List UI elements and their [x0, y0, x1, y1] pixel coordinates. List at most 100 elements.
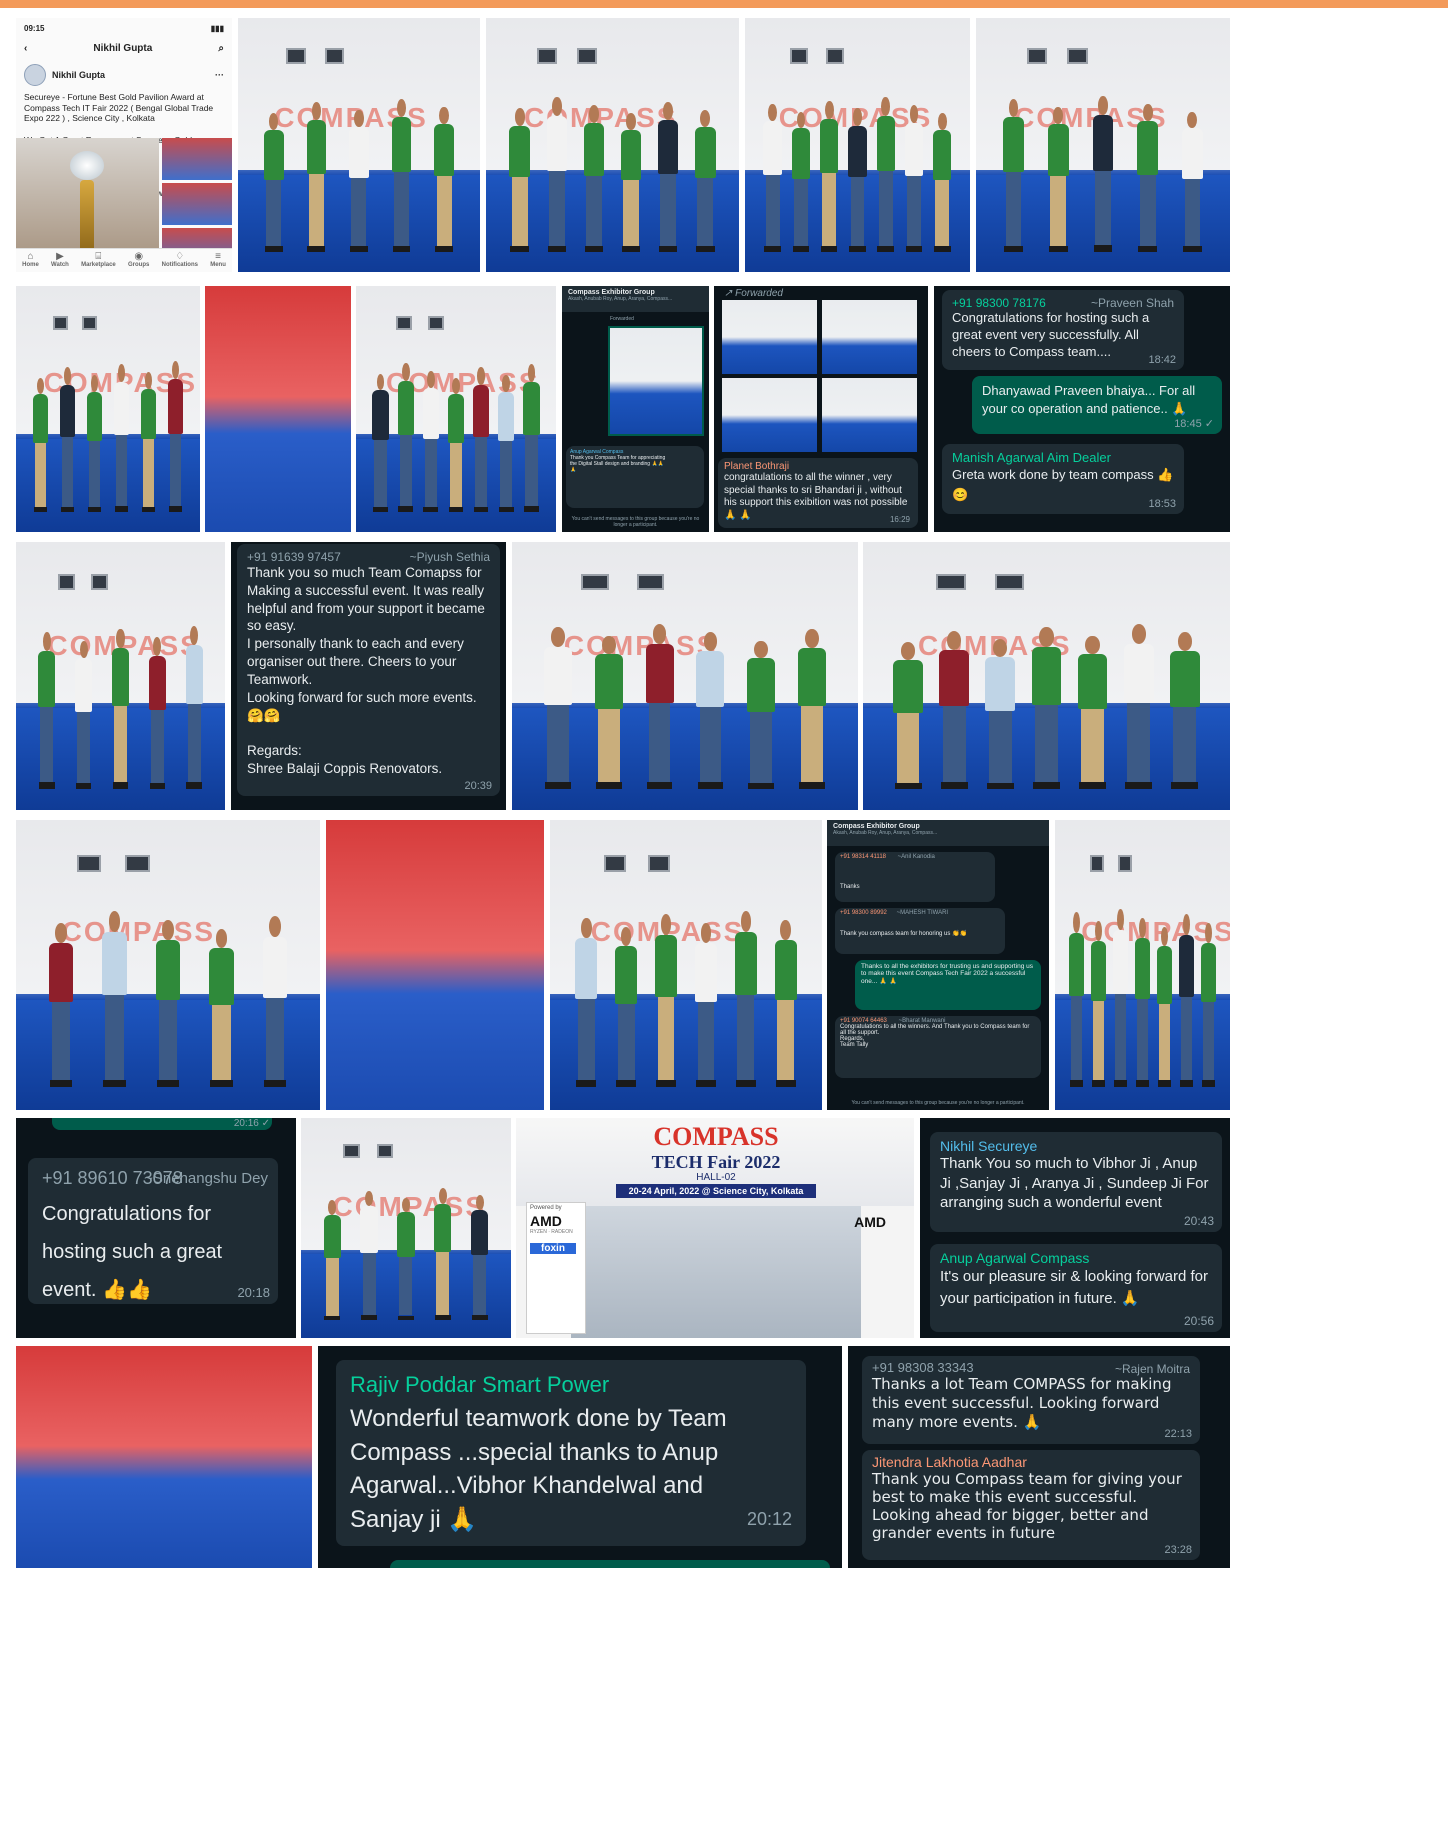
person-shoes [114, 506, 129, 513]
award-photo[interactable]: COMPASS [16, 542, 225, 810]
people-group [27, 360, 189, 513]
stall-photo[interactable] [16, 1346, 312, 1568]
award-photo[interactable]: COMPASS [356, 286, 556, 532]
person-legs [1081, 709, 1104, 783]
message-text: Thank you Compass Team for appreciating … [570, 455, 666, 473]
message-bubble[interactable]: +91 91639 97457 ~Piyush Sethia Thank you… [237, 544, 500, 796]
person [733, 910, 759, 1087]
award-photo[interactable]: COMPASS [486, 18, 739, 272]
person [1178, 914, 1195, 1087]
person-head [937, 113, 947, 130]
forwarded-photo[interactable] [822, 378, 917, 452]
person-torso [575, 938, 598, 999]
person-torso [763, 121, 782, 175]
person-head [527, 364, 536, 383]
person-torso [1047, 124, 1069, 177]
person-legs [399, 434, 412, 507]
person-torso [654, 934, 678, 998]
tab-notifications[interactable]: ♢ Notifications [162, 251, 198, 268]
reply-bubble[interactable]: Thanks to all the exhibitors for trustin… [855, 960, 1041, 1010]
person-head [269, 113, 279, 130]
message-bubble[interactable]: +91 90074 64463 ~Bharat Manwani Congratu… [835, 1016, 1041, 1078]
tab-menu[interactable]: ≡ Menu [210, 251, 226, 268]
forwarded-photo[interactable] [722, 300, 817, 374]
tab-home[interactable]: ⌂ Home [22, 251, 39, 268]
person [592, 635, 625, 789]
message-bubble[interactable]: +91 98308 33343 ~Rajen Moitra Thanks a l… [862, 1356, 1200, 1444]
person-shoes [621, 246, 641, 252]
message-bubble[interactable]: Manish Agarwal Aim Dealer Greta work don… [942, 444, 1184, 514]
person [818, 100, 840, 252]
person-legs [436, 176, 452, 246]
message-bubble[interactable]: Planet Bothraji congratulations to all t… [718, 458, 918, 528]
team-photo[interactable]: COMPASS [745, 18, 970, 272]
person-shoes [149, 782, 165, 789]
message-bubble[interactable]: Rajiv Poddar Smart Power Wonderful teamw… [336, 1360, 806, 1546]
award-photo[interactable]: COMPASS [863, 542, 1230, 810]
person-head [580, 917, 592, 939]
person-legs [801, 705, 823, 783]
message-bubble[interactable]: +91 98300 78176 ~Praveen Shah Congratula… [942, 290, 1184, 370]
more-icon[interactable]: ··· [215, 70, 224, 80]
award-photo[interactable]: COMPASS [1055, 820, 1230, 1110]
person-head [824, 100, 834, 119]
award-photo[interactable]: COMPASS [301, 1118, 511, 1338]
message-bubble[interactable]: Anup Agarwal Compass Thank you Compass T… [566, 446, 704, 508]
person-torso [933, 129, 952, 180]
avatar[interactable] [24, 64, 46, 86]
post-author[interactable]: Nikhil Gupta [52, 70, 105, 80]
forwarded-photo[interactable] [722, 378, 817, 452]
person-shoes [1171, 782, 1199, 789]
wall-vent [82, 315, 97, 331]
person [545, 97, 569, 252]
sender-alias: ~Rajen Moitra [1114, 1362, 1190, 1376]
compass-board-photo[interactable]: COMPASS TECH Fair 2022 HALL-02 20-24 Apr… [516, 1118, 914, 1338]
award-photo[interactable]: COMPASS [238, 18, 480, 272]
person-torso [1091, 941, 1106, 1001]
person-torso [1069, 933, 1084, 997]
person-shoes [656, 1079, 677, 1087]
person-head [881, 97, 891, 116]
person [153, 919, 182, 1087]
award-photo[interactable]: COMPASS [976, 18, 1230, 272]
back-icon[interactable]: ‹ [24, 43, 27, 54]
message-bubble[interactable]: Jitendra Lakhotia Aadhar Thank you Compa… [862, 1450, 1200, 1560]
stall-photo[interactable] [326, 820, 544, 1110]
person-head [1161, 926, 1168, 946]
person-torso [696, 651, 725, 708]
person [322, 1200, 342, 1321]
message-bubble[interactable]: Anup Agarwal Compass It's our pleasure s… [930, 1244, 1222, 1332]
team-photo[interactable]: COMPASS [512, 542, 858, 810]
award-photo[interactable]: COMPASS [550, 820, 822, 1110]
people-group [533, 622, 838, 789]
wall-vent [936, 574, 966, 591]
post-photo-thumb[interactable] [161, 138, 232, 180]
stall-photo[interactable] [205, 286, 351, 532]
tab-groups[interactable]: ◉ Groups [128, 251, 149, 268]
tab-marketplace[interactable]: ⌸ Marketplace [81, 251, 116, 268]
person-torso [102, 931, 127, 996]
wall-vent [536, 48, 557, 64]
person-shoes [1032, 782, 1060, 789]
message-bubble[interactable]: Nikhil Secureye Thank You so much to Vib… [930, 1132, 1222, 1232]
award-photo[interactable]: COMPASS [16, 820, 320, 1110]
search-icon[interactable]: ⌕ [218, 43, 224, 54]
fair-dates: 20-24 April, 2022 @ Science City, Kolkat… [616, 1184, 816, 1198]
award-photo[interactable]: COMPASS [16, 286, 200, 532]
forwarded-photo[interactable] [608, 326, 704, 436]
message-bubble[interactable]: +91 89610 73078 ~Snehangshu Dey Congratu… [28, 1158, 278, 1304]
person-torso [1077, 654, 1108, 710]
person [1134, 917, 1151, 1087]
person-shoes [1092, 1080, 1105, 1087]
group-name[interactable]: Compass Exhibitor Group [833, 823, 1043, 830]
group-name[interactable]: Compass Exhibitor Group [568, 289, 703, 296]
message-bubble[interactable]: +91 98300 89992 ~MAHESH TIWARI Thank you… [835, 908, 1005, 954]
forwarded-photo[interactable] [822, 300, 917, 374]
person-head [1085, 635, 1100, 655]
message-bubble[interactable]: +91 98314 41118 ~Anil Kanodia Thanks [835, 852, 995, 902]
person [86, 375, 104, 513]
reply-bubble[interactable]: Dhanyawad Praveen bhaiya... For all your… [972, 376, 1222, 434]
person-head [1139, 917, 1146, 939]
tab-watch[interactable]: ▶ Watch [51, 251, 69, 268]
post-photo-thumb[interactable] [161, 183, 232, 225]
